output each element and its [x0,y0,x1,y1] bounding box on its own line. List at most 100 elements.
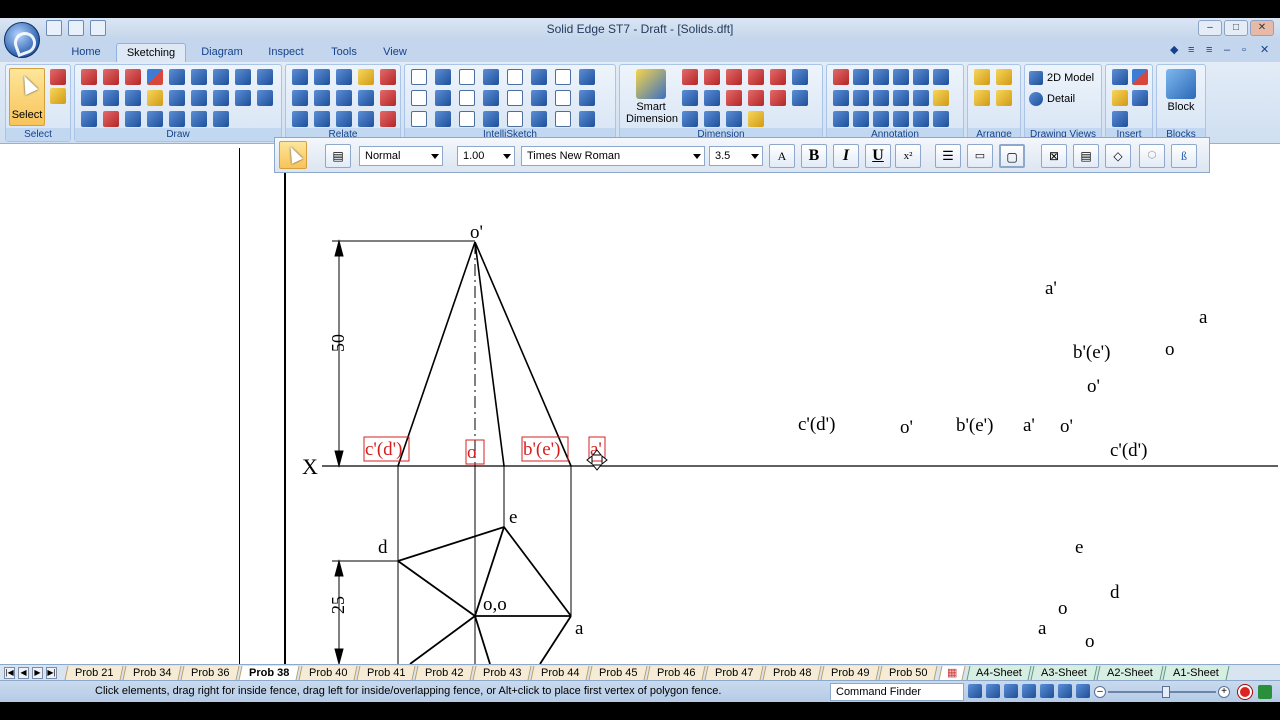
sheet-tab-prob-50[interactable]: Prob 50 [878,666,938,680]
perpendicular-icon[interactable] [292,90,308,106]
scale-icon[interactable] [257,69,273,85]
sheet-tab-prob-44[interactable]: Prob 44 [530,666,590,680]
sheet-tab-a4[interactable]: A4-Sheet [966,666,1032,680]
ordinate-icon[interactable] [770,90,786,106]
circle-icon[interactable] [81,111,97,127]
send-backward-icon[interactable] [996,90,1012,106]
doc-close-icon[interactable]: ✕ [1260,44,1272,56]
chamfer-icon[interactable] [169,111,185,127]
label-d-scatter[interactable]: d [1110,582,1120,603]
angular-coordinate-icon[interactable] [748,69,764,85]
triangle-icon[interactable] [147,111,163,127]
sheet-tab-prob-48[interactable]: Prob 48 [762,666,822,680]
midpoint-icon[interactable] [336,111,352,127]
tangent-icon[interactable] [292,111,308,127]
label-cd-scatter-1[interactable]: c'(d') [798,414,835,435]
cutting-plane-icon[interactable] [873,111,889,127]
last-sheet-button[interactable]: ▶| [46,667,57,679]
parallel-checkbox[interactable] [459,111,475,127]
dimension-style-icon[interactable] [792,69,808,85]
help-icon[interactable]: ◆ [1170,44,1182,56]
sheet-tab-prob-47[interactable]: Prob 47 [704,666,764,680]
list-icon[interactable]: ☰ [935,144,961,168]
chamfer-dim-icon[interactable] [682,90,698,106]
sheet-tab-a2[interactable]: A2-Sheet [1096,666,1164,680]
symbol-icon[interactable] [933,90,949,106]
text-color-icon[interactable]: A [769,144,795,168]
application-button-icon[interactable] [4,22,40,58]
retrieve-dims-icon[interactable] [682,111,698,127]
chain-icon[interactable] [726,90,742,106]
sheet-tab-prob-36[interactable]: Prob 36 [180,666,240,680]
horizontal-icon[interactable] [336,90,352,106]
sheet-tab-prob-34[interactable]: Prob 34 [122,666,182,680]
dim-height-text[interactable]: 50 [328,334,348,352]
select-button[interactable]: Select [9,68,45,126]
zoom-icon[interactable] [1004,684,1018,698]
text-box-icon[interactable]: ▭ [967,144,993,168]
angle-dim-icon[interactable] [704,69,720,85]
model-2d-button[interactable]: 2D Model [1029,71,1094,85]
stack-icon[interactable] [704,90,720,106]
window-icon[interactable] [1076,684,1090,698]
label-be-scatter-1[interactable]: b'(e') [1073,342,1110,363]
angle-checkbox[interactable] [555,111,571,127]
label-o1-scatter-2[interactable]: o [1085,631,1095,652]
doc-minimize-icon[interactable]: – [1224,44,1236,56]
connect-icon[interactable] [292,69,308,85]
update-icon[interactable] [704,111,720,127]
save-icon[interactable] [46,20,62,36]
label-a-top[interactable]: a [575,618,584,639]
vertical-checkbox[interactable] [555,90,571,106]
sheet-tab-a1[interactable]: A1-Sheet [1162,666,1230,680]
close-button[interactable]: ✕ [1250,20,1274,36]
insert-text-icon[interactable] [1112,69,1128,85]
horizontal-checkbox[interactable] [507,90,523,106]
sheet-tab-prob-42[interactable]: Prob 42 [414,666,474,680]
relationship-handles-icon[interactable] [380,111,396,127]
move-icon[interactable] [191,69,207,85]
line-icon[interactable] [81,69,97,85]
relation-icon[interactable] [380,69,396,85]
silhouette-checkbox[interactable] [555,69,571,85]
surface-texture-icon[interactable] [933,69,949,85]
font-size-dropdown[interactable]: 3.5 [709,146,763,166]
copy-attrs-icon[interactable] [792,90,808,106]
label-a-scatter[interactable]: a [1199,307,1208,328]
tab-home[interactable]: Home [68,43,104,62]
symbol-insert-icon[interactable] [1112,111,1128,127]
sheet-tab-prob-43[interactable]: Prob 43 [472,666,532,680]
parallel-icon[interactable] [314,69,330,85]
label-apex[interactable]: o' [470,222,483,243]
new-sheet-icon[interactable]: ▦ [938,666,966,680]
lock-icon[interactable] [358,69,374,85]
label-o1-scatter[interactable]: o [1165,339,1175,360]
datum-frame-icon[interactable] [853,111,869,127]
border-icon[interactable]: ▢ [999,144,1025,168]
tab-tools[interactable]: Tools [324,43,364,62]
label-be-front[interactable]: b'(e') [523,439,560,460]
ellipse-icon[interactable] [125,90,141,106]
on-element-checkbox[interactable] [411,90,427,106]
label-be-scatter-2[interactable]: b'(e') [956,415,993,436]
collinear-icon[interactable] [358,90,374,106]
label-e-top[interactable]: e [509,507,517,528]
redo-icon[interactable] [90,20,106,36]
symmetric-diameter-icon[interactable] [770,69,786,85]
circle-mark-icon[interactable] [933,111,949,127]
refresh-icon[interactable] [968,684,982,698]
prev-sheet-button[interactable]: ◀ [18,667,29,679]
align-icon[interactable] [726,111,742,127]
baseline-icon[interactable] [748,90,764,106]
rectangle-icon[interactable] [81,90,97,106]
options-icon[interactable]: ≡ [1188,44,1200,56]
offset-icon[interactable] [147,69,163,85]
select-tool-icon[interactable] [50,69,66,85]
zoom-in-icon[interactable]: + [1218,686,1230,698]
point-icon[interactable] [147,90,163,106]
bold-button[interactable]: B [801,144,827,168]
arc-icon[interactable] [103,69,119,85]
command-finder-input[interactable]: Command Finder [830,683,964,701]
properties-icon[interactable]: ▤ [325,144,351,168]
label-o-prime-scatter[interactable]: o' [1060,416,1073,437]
